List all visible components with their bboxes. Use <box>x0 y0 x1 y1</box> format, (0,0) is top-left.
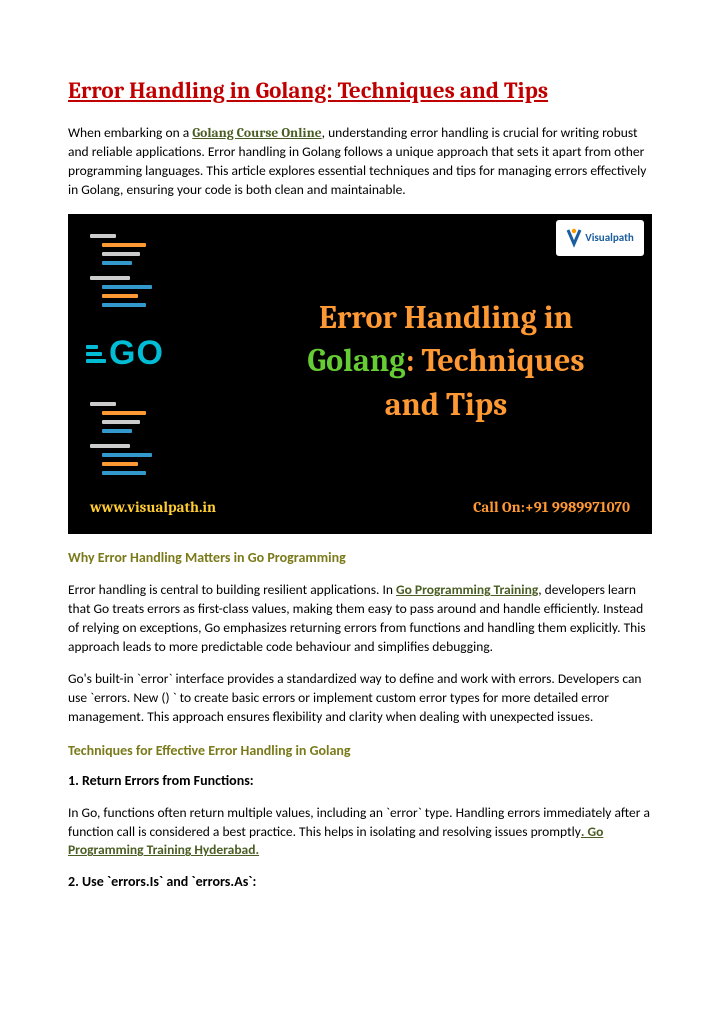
go-programming-training-link[interactable]: Go Programming Training <box>396 581 538 598</box>
banner-headline: Error Handling in Golang: Techniques and… <box>246 296 646 426</box>
intro-paragraph: When embarking on a Golang Course Online… <box>68 124 652 201</box>
logo-text: Visualpath <box>585 230 634 245</box>
code-decoration-bottom <box>90 402 152 480</box>
technique-1-para: In Go, functions often return multiple v… <box>68 804 652 861</box>
golang-course-online-link[interactable]: Golang Course Online <box>192 126 321 141</box>
intro-text-1: When embarking on a <box>68 124 192 141</box>
banner-phone: Call On:+91 9989971070 <box>473 497 630 518</box>
section-heading-techniques: Techniques for Effective Error Handling … <box>68 741 652 761</box>
go-text: GO <box>109 334 164 372</box>
technique-1-heading: 1. Return Errors from Functions: <box>68 771 652 791</box>
hl-line2b: : Techniques <box>405 342 584 379</box>
visualpath-logo: Visualpath <box>556 220 644 256</box>
section-heading-why: Why Error Handling Matters in Go Program… <box>68 548 652 568</box>
technique-2-heading: 2. Use `errors.Is` and `errors.As`: <box>68 872 652 892</box>
promo-banner: Visualpath GO Error Handling in Golang: … <box>68 214 652 534</box>
page-title: Error Handling in Golang: Techniques and… <box>68 75 652 107</box>
hl-line1: Error Handling in <box>319 299 573 336</box>
banner-url: www.visualpath.in <box>90 497 216 518</box>
t1-text: In Go, functions often return multiple v… <box>68 804 650 840</box>
code-decoration-top <box>90 234 152 312</box>
hl-golang: Golang <box>307 342 405 379</box>
why-p1: Error handling is central to building re… <box>68 581 652 657</box>
why-p1-a: Error handling is central to building re… <box>68 581 396 598</box>
go-logo: GO <box>86 330 164 378</box>
hl-line3: and Tips <box>385 386 508 423</box>
why-p2: Go's built-in `error` interface provides… <box>68 670 652 727</box>
